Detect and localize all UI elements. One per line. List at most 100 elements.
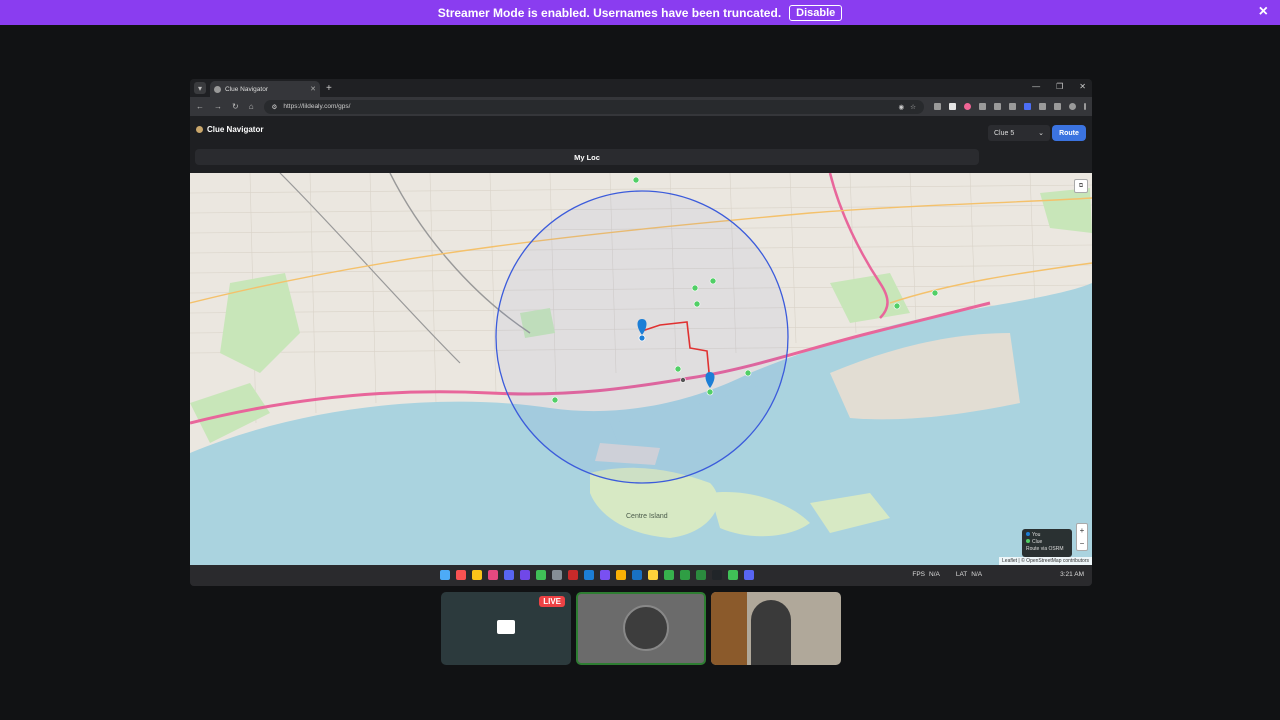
puzzle-icon[interactable] bbox=[1039, 103, 1046, 110]
centre-island-label: Centre Island bbox=[626, 513, 668, 520]
clue-dot bbox=[674, 365, 682, 373]
app-icon[interactable] bbox=[712, 570, 722, 580]
app-icon[interactable] bbox=[584, 570, 594, 580]
my-location-button[interactable]: My Loc bbox=[195, 149, 979, 165]
bookmark-star-icon[interactable]: ☆ bbox=[910, 103, 916, 111]
screen-share-tile[interactable]: LIVE bbox=[441, 592, 571, 665]
clue-select[interactable]: Clue 5 ⌄ bbox=[988, 125, 1050, 141]
home-icon[interactable]: ⌂ bbox=[249, 102, 254, 111]
back-icon[interactable]: ← bbox=[196, 102, 204, 111]
word-icon[interactable] bbox=[632, 570, 642, 580]
reload-icon[interactable]: ↻ bbox=[232, 102, 239, 111]
url-text: https://lildealy.com/gps/ bbox=[283, 103, 351, 110]
extension-icon[interactable] bbox=[1024, 103, 1031, 110]
legend-you: You bbox=[1032, 532, 1041, 538]
clue-dot bbox=[893, 302, 901, 310]
discord-icon[interactable] bbox=[504, 570, 514, 580]
participant-tile-webcam[interactable] bbox=[711, 592, 841, 665]
map-view[interactable]: Centre Island ⧉ + − You Clue Route via O… bbox=[190, 173, 1092, 565]
site-info-icon[interactable]: ⚙ bbox=[272, 103, 278, 111]
you-legend-dot bbox=[1026, 532, 1030, 536]
minimize-icon[interactable]: — bbox=[1032, 82, 1040, 91]
extension-icon[interactable] bbox=[994, 103, 1001, 110]
close-icon[interactable]: × bbox=[1259, 3, 1268, 21]
favicon-icon bbox=[214, 85, 221, 93]
spotify-icon[interactable] bbox=[680, 570, 690, 580]
clue-legend-dot bbox=[1026, 539, 1030, 543]
discord-icon[interactable] bbox=[744, 570, 754, 580]
browser-toolbar: ← → ↻ ⌂ ⚙ https://lildealy.com/gps/ ◉ ☆ bbox=[190, 97, 1092, 116]
extension-icon[interactable] bbox=[964, 103, 971, 110]
clue-dot bbox=[706, 388, 714, 396]
clock-time: 3:21 AM bbox=[1060, 571, 1084, 578]
tab-title: Clue Navigator bbox=[225, 85, 268, 93]
os-taskbar: FPS N/A LAT N/A 3:21 AM bbox=[190, 565, 1092, 586]
tab-search-icon[interactable]: ▾ bbox=[194, 82, 206, 94]
maximize-icon[interactable]: ❐ bbox=[1056, 82, 1063, 91]
app-icon[interactable] bbox=[520, 570, 530, 580]
app-icon[interactable] bbox=[600, 570, 610, 580]
extension-icon[interactable] bbox=[949, 103, 956, 110]
map-attribution[interactable]: Leaflet | © OpenStreetMap contributors bbox=[999, 557, 1092, 565]
app-header: Clue Navigator bbox=[190, 116, 1092, 142]
clue-dot bbox=[744, 369, 752, 377]
zoom-control: + − bbox=[1076, 523, 1088, 551]
close-window-icon[interactable]: ✕ bbox=[1079, 82, 1086, 91]
disable-streamer-mode-button[interactable]: Disable bbox=[789, 4, 843, 21]
forward-icon[interactable]: → bbox=[214, 102, 222, 111]
zoom-in-button[interactable]: + bbox=[1080, 526, 1085, 535]
extension-icon[interactable] bbox=[1009, 103, 1016, 110]
extensions-bar bbox=[934, 103, 1086, 110]
new-tab-icon[interactable]: + bbox=[326, 83, 332, 94]
profile-icon[interactable] bbox=[1069, 103, 1076, 110]
browser-tab[interactable]: Clue Navigator ✕ bbox=[210, 81, 320, 97]
address-bar[interactable]: ⚙ https://lildealy.com/gps/ ◉ ☆ bbox=[263, 99, 924, 114]
clue-select-value: Clue 5 bbox=[994, 129, 1015, 137]
system-tray: FPS N/A LAT N/A 3:21 AM bbox=[912, 571, 1084, 578]
extension-icon[interactable] bbox=[934, 103, 941, 110]
clue-dot bbox=[691, 284, 699, 292]
filezilla-icon[interactable] bbox=[568, 570, 578, 580]
app-icon[interactable] bbox=[488, 570, 498, 580]
location-icon[interactable]: ◉ bbox=[899, 103, 905, 111]
app-icon[interactable] bbox=[552, 570, 562, 580]
brand-logo-icon bbox=[196, 125, 203, 133]
legend-clue: Clue bbox=[1032, 539, 1043, 545]
app-page: Clue Navigator Clue 5 ⌄ Route My Loc Cen… bbox=[190, 116, 1092, 586]
extension-icon[interactable] bbox=[979, 103, 986, 110]
tab-bar: ▾ Clue Navigator ✕ + — ❐ ✕ bbox=[190, 79, 1092, 97]
tab-close-icon[interactable]: ✕ bbox=[310, 85, 316, 93]
zoom-out-button[interactable]: − bbox=[1080, 539, 1085, 548]
download-icon[interactable] bbox=[1054, 103, 1061, 110]
folder-icon[interactable] bbox=[616, 570, 626, 580]
clue-dot bbox=[551, 396, 559, 404]
banner-message: Streamer Mode is enabled. Usernames have… bbox=[437, 5, 782, 20]
whatsapp-icon[interactable] bbox=[728, 570, 738, 580]
menu-icon[interactable] bbox=[1084, 103, 1086, 110]
live-badge: LIVE bbox=[539, 596, 565, 607]
sticky-notes-icon[interactable] bbox=[648, 570, 658, 580]
route-button[interactable]: Route bbox=[1052, 125, 1086, 141]
excel-icon[interactable] bbox=[696, 570, 706, 580]
map-canvas: Centre Island bbox=[190, 173, 1092, 565]
window-controls: — ❐ ✕ bbox=[1032, 82, 1086, 91]
lat-value: N/A bbox=[971, 571, 983, 578]
webcam-person bbox=[751, 600, 791, 665]
app-brand: Clue Navigator bbox=[196, 125, 263, 134]
taskbar-app-icons bbox=[440, 570, 754, 580]
webcam-background-door bbox=[711, 592, 747, 665]
participant-tile-avatar[interactable] bbox=[576, 592, 706, 665]
layers-icon[interactable]: ⧉ bbox=[1074, 179, 1088, 193]
clue-dot bbox=[632, 176, 640, 184]
windows-start-icon[interactable] bbox=[440, 570, 450, 580]
clue-dot bbox=[709, 277, 717, 285]
map-legend: You Clue Route via OSRM bbox=[1022, 529, 1072, 557]
chrome-icon[interactable] bbox=[664, 570, 674, 580]
chrome-icon[interactable] bbox=[536, 570, 546, 580]
fps-label: FPS bbox=[912, 571, 925, 578]
app-title: Clue Navigator bbox=[207, 124, 264, 134]
brave-icon[interactable] bbox=[456, 570, 466, 580]
clue-dot bbox=[693, 300, 701, 308]
chrome-alt-icon[interactable] bbox=[472, 570, 482, 580]
avatar bbox=[623, 605, 669, 651]
